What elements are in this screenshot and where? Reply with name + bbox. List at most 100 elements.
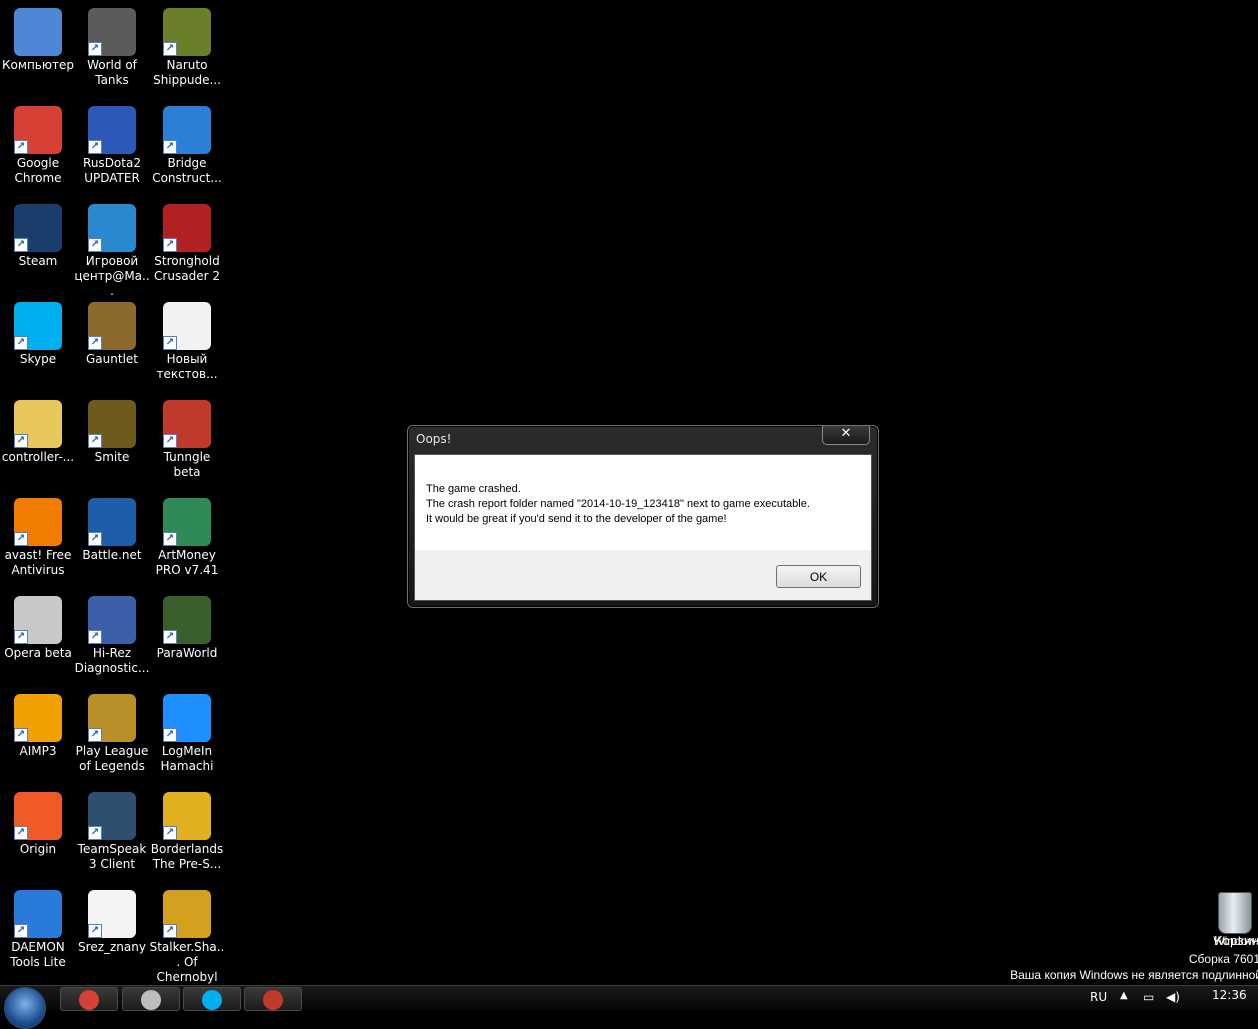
app-icon: ↗ [88,8,136,56]
taskbar-game-button[interactable] [244,987,302,1011]
watermark-os: Windows [1213,934,1258,948]
desktop-shortcut[interactable]: ↗ Stronghold Crusader 2 [149,196,225,290]
shortcut-arrow-icon: ↗ [163,42,177,56]
taskbar: RU ▲ ▭ ◀) 12:36 [0,985,1258,1029]
shortcut-arrow-icon: ↗ [163,728,177,742]
desktop-shortcut[interactable]: ↗ Srez_znany [74,882,150,976]
shortcut-arrow-icon: ↗ [163,140,177,154]
shortcut-label: Tunngle beta [163,450,211,479]
shortcut-label: Google Chrome [14,156,62,185]
shortcut-label: Hi-Rez Diagnostic... [74,646,150,675]
shortcut-arrow-icon: ↗ [88,728,102,742]
opera-icon [141,990,161,1010]
desktop-shortcut[interactable]: ↗ Google Chrome [0,98,76,192]
shortcut-arrow-icon: ↗ [163,630,177,644]
shortcut-label: Opera beta [4,646,72,660]
shortcut-arrow-icon: ↗ [163,238,177,252]
shortcut-arrow-icon: ↗ [14,924,28,938]
shortcut-label: World of Tanks [87,58,137,87]
desktop-shortcut[interactable]: ↗ DAEMON Tools Lite [0,882,76,976]
desktop-shortcut[interactable]: ↗ avast! Free Antivirus [0,490,76,584]
watermark-genuine: Ваша копия Windows не является подлинной [1010,968,1258,982]
app-icon: ↗ [14,792,62,840]
desktop-shortcut[interactable]: ↗ LogMeIn Hamachi [149,686,225,780]
desktop-shortcut[interactable]: ↗ Steam [0,196,76,290]
shortcut-label: controller-... [1,450,75,464]
desktop-shortcut[interactable]: ↗ Naruto Shippude... [149,0,225,94]
desktop-shortcut[interactable]: ↗ ParaWorld [149,588,225,682]
desktop-shortcut[interactable]: ↗ Origin [0,784,76,878]
desktop-shortcut[interactable]: ↗ AIMP3 [0,686,76,780]
app-icon: ↗ [163,204,211,252]
desktop-shortcut[interactable]: ↗ Игровой центр@Ma... [74,196,150,298]
language-indicator[interactable]: RU [1090,990,1107,1004]
shortcut-arrow-icon: ↗ [88,924,102,938]
app-icon: ↗ [14,596,62,644]
app-icon: ↗ [14,890,62,938]
taskbar-skype-button[interactable] [183,987,241,1011]
shortcut-arrow-icon: ↗ [163,532,177,546]
shortcut-arrow-icon: ↗ [163,434,177,448]
app-icon: ↗ [88,204,136,252]
app-icon: ↗ [163,8,211,56]
shortcut-label: Play League of Legends [75,744,149,773]
shortcut-label: avast! Free Antivirus [4,548,72,577]
game-icon [263,990,283,1010]
desktop-shortcut[interactable]: ↗ Hi-Rez Diagnostic... [74,588,150,682]
dialog-title: Oops! [416,432,452,446]
shortcut-arrow-icon: ↗ [14,434,28,448]
desktop-shortcut[interactable]: ↗ World of Tanks [74,0,150,94]
shortcut-arrow-icon: ↗ [163,924,177,938]
desktop-shortcut[interactable]: ↗ Tunngle beta [149,392,225,486]
app-icon: ↗ [14,302,62,350]
skype-icon [202,990,222,1010]
recycle-bin-shortcut[interactable]: Корзина [1210,888,1258,948]
desktop-shortcut[interactable]: ↗ Gauntlet [74,294,150,388]
app-icon: ↗ [88,596,136,644]
network-icon[interactable]: ▭ [1143,990,1154,1004]
app-icon: ↗ [88,890,136,938]
desktop-shortcut[interactable]: ↗ Skype [0,294,76,388]
shortcut-arrow-icon: ↗ [14,630,28,644]
desktop-shortcut[interactable]: ↗ Smite [74,392,150,486]
desktop-shortcut[interactable]: ↗ Opera beta [0,588,76,682]
app-icon: ↗ [14,204,62,252]
shortcut-arrow-icon: ↗ [14,728,28,742]
desktop-shortcut[interactable]: ↗ Battle.net [74,490,150,584]
desktop-shortcut[interactable]: ↗ controller-... [0,392,76,486]
shortcut-arrow-icon: ↗ [14,238,28,252]
clock[interactable]: 12:36 [1212,988,1247,1002]
app-icon: ↗ [163,498,211,546]
ok-button[interactable]: OK [776,565,861,588]
desktop-shortcut[interactable]: ↗ ArtMoney PRO v7.41 [149,490,225,584]
taskbar-opera-button[interactable] [122,987,180,1011]
close-button[interactable]: ✕ [822,426,870,445]
desktop-shortcut[interactable]: ↗ TeamSpeak 3 Client [74,784,150,878]
app-icon: ↗ [163,400,211,448]
shortcut-arrow-icon: ↗ [88,140,102,154]
start-button[interactable] [4,987,46,1029]
app-icon [14,8,62,56]
shortcut-label: AIMP3 [19,744,57,758]
desktop-shortcut[interactable]: ↗ Play League of Legends [74,686,150,780]
desktop-shortcut[interactable]: ↗ Borderlands The Pre-S... [149,784,225,878]
message-line: The crash report folder named "2014-10-1… [426,498,810,510]
shortcut-arrow-icon: ↗ [14,826,28,840]
shortcut-label: DAEMON Tools Lite [10,940,66,969]
app-icon: ↗ [88,106,136,154]
message-line: It would be great if you'd send it to th… [426,513,727,525]
desktop-shortcut[interactable]: ↗ Bridge Construct... [149,98,225,192]
shortcut-arrow-icon: ↗ [14,336,28,350]
tray-arrow-icon[interactable]: ▲ [1120,990,1128,1001]
shortcut-arrow-icon: ↗ [88,532,102,546]
desktop-shortcut[interactable]: Компьютер [0,0,76,94]
volume-icon[interactable]: ◀) [1166,990,1180,1004]
watermark-build: Сборка 7601 [1188,952,1258,966]
app-icon: ↗ [14,400,62,448]
dialog-client: The game crashed. The crash report folde… [414,454,872,601]
desktop-shortcut[interactable]: ↗ Stalker.Sha... Of Chernobyl [149,882,225,984]
taskbar-chrome-button[interactable] [60,987,118,1011]
app-icon: ↗ [88,792,136,840]
desktop-shortcut[interactable]: ↗ RusDota2 UPDATER [74,98,150,192]
desktop-shortcut[interactable]: ↗ Новый текстов... [149,294,225,388]
